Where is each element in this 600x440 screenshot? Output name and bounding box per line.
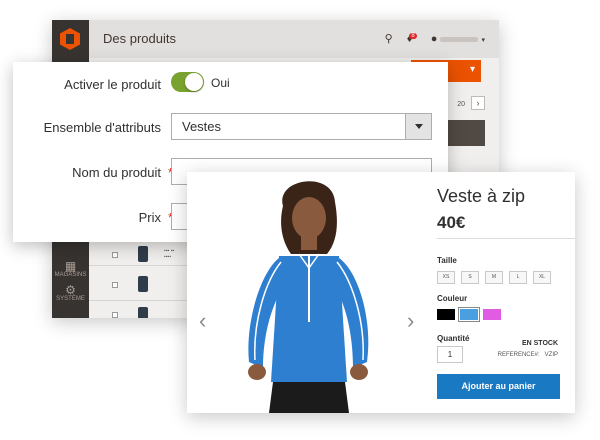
enable-product-toggle[interactable]: [171, 72, 204, 92]
size-option[interactable]: L: [509, 271, 527, 284]
color-label: Couleur: [437, 294, 468, 303]
sidebar-item-stores[interactable]: ▦ MAGASINS: [52, 260, 89, 278]
attribute-set-value: Vestes: [182, 119, 222, 134]
sku-label: REFERENCE#:: [497, 352, 540, 358]
size-option[interactable]: M: [485, 271, 503, 284]
username: [440, 36, 479, 42]
color-swatch[interactable]: [483, 309, 501, 320]
notifications-button[interactable]: ♦8: [407, 32, 417, 45]
toggle-state-label: Oui: [211, 76, 230, 90]
table-cell: ▪▪▪ ▪▪ ▪▪▪▪: [164, 248, 175, 260]
color-swatch[interactable]: [437, 309, 455, 320]
search-icon[interactable]: ⚲: [385, 32, 393, 45]
next-page-button[interactable]: ›: [471, 96, 485, 110]
product-name: Veste à zip: [437, 186, 526, 206]
divider: [437, 238, 575, 239]
product-price: 40€: [437, 213, 466, 232]
product-name-label: Nom du produit: [72, 165, 161, 180]
gear-icon: ⚙: [65, 283, 76, 297]
notification-badge: 8: [409, 32, 417, 39]
user-icon: ●: [430, 32, 438, 45]
product-card: ‹ › Veste à zip 40€ Taille XS S M L XL C…: [187, 172, 575, 413]
toggle-knob: [185, 73, 203, 91]
sidebar-item-label: SYSTÈME: [56, 296, 85, 302]
page-size-value[interactable]: 20: [457, 101, 465, 108]
chevron-down-icon[interactable]: [405, 114, 431, 139]
color-options: [437, 307, 501, 322]
price-label: Prix: [138, 210, 161, 225]
row-checkbox[interactable]: [112, 312, 118, 318]
attribute-set-label: Ensemble d'attributs: [43, 120, 161, 135]
chevron-down-icon: ▾: [481, 36, 485, 44]
store-icon: ▦: [64, 259, 77, 273]
product-thumbnail: [138, 246, 148, 262]
sku-value: VZIP: [544, 352, 558, 358]
admin-header: Des produits ⚲ ♦8 ● ▾: [89, 20, 499, 58]
color-swatch[interactable]: [458, 307, 480, 322]
next-image-arrow[interactable]: ›: [407, 310, 414, 332]
sku-line: REFERENCE#: VZIP: [498, 352, 558, 358]
quantity-input[interactable]: 1: [437, 346, 463, 363]
add-to-cart-button[interactable]: Ajouter au panier: [437, 374, 560, 399]
previous-image-arrow[interactable]: ‹: [199, 310, 206, 332]
size-label: Taille: [437, 256, 457, 265]
size-option[interactable]: S: [461, 271, 479, 284]
product-image: [248, 181, 369, 413]
account-menu[interactable]: ● ▾: [431, 33, 485, 45]
quantity-label: Quantité: [437, 334, 470, 343]
stock-status: EN STOCK: [521, 340, 558, 347]
admin-toolbar: ⚲ ♦8 ● ▾: [385, 32, 485, 45]
enable-product-label: Activer le produit: [64, 77, 161, 92]
row-checkbox[interactable]: [112, 252, 118, 258]
product-thumbnail: [138, 307, 148, 318]
pager: 20 ›: [457, 96, 485, 110]
size-options: XS S M L XL: [437, 271, 551, 284]
size-option[interactable]: XL: [533, 271, 551, 284]
sidebar-item-system[interactable]: ⚙ SYSTÈME: [52, 284, 89, 302]
attribute-set-select[interactable]: Vestes: [171, 113, 432, 140]
page-title: Des produits: [103, 31, 176, 46]
size-option[interactable]: XS: [437, 271, 455, 284]
magento-logo-icon: [60, 28, 80, 50]
product-thumbnail: [138, 276, 148, 292]
sidebar-item-label: MAGASINS: [54, 272, 87, 278]
row-checkbox[interactable]: [112, 282, 118, 288]
